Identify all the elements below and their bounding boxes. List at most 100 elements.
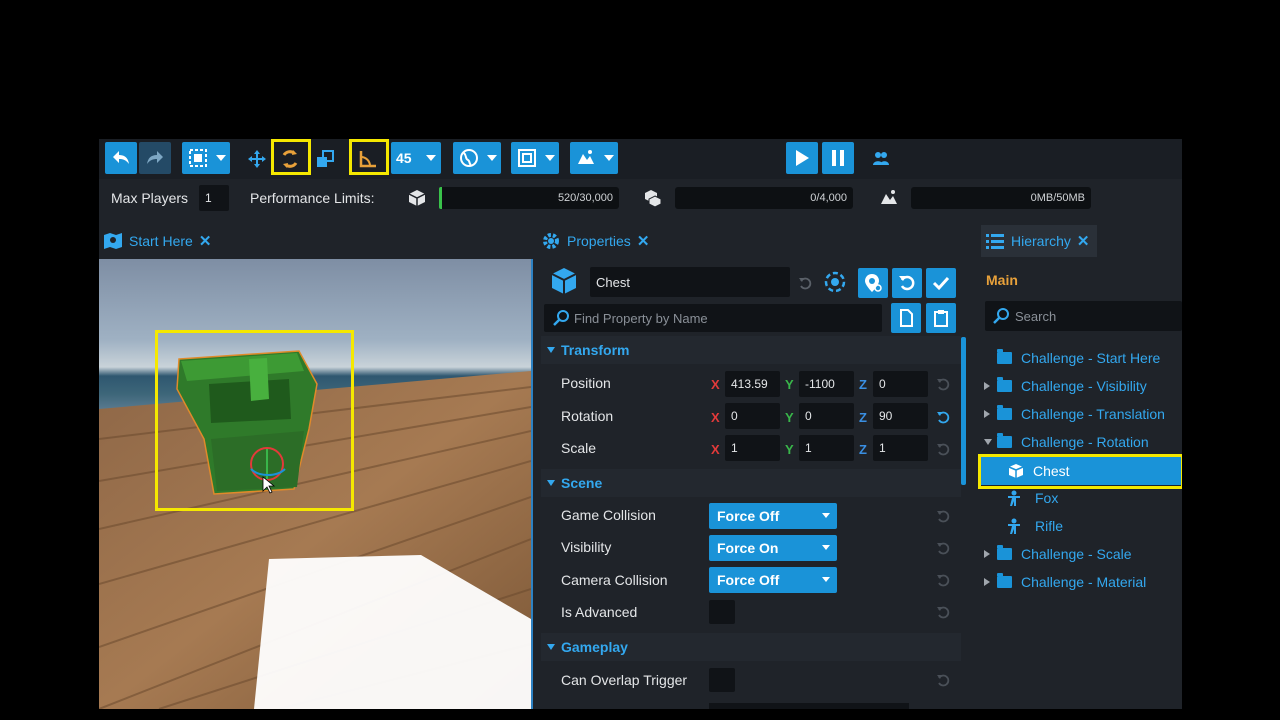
- scale-label: Scale: [561, 440, 597, 456]
- scale-y-input[interactable]: 1: [799, 435, 854, 461]
- character-icon: [1008, 490, 1020, 506]
- play-button[interactable]: [786, 142, 818, 174]
- snap-angle-value: 45: [396, 150, 412, 166]
- next-property-field: [709, 703, 909, 709]
- hierarchy-item-rifle[interactable]: Rifle: [1007, 513, 1063, 539]
- pause-button[interactable]: [822, 142, 854, 174]
- hierarchy-tab[interactable]: Hierarchy ✕: [981, 225, 1098, 257]
- rotation-z-input[interactable]: 90: [873, 403, 928, 429]
- properties-scrollbar[interactable]: [961, 337, 966, 485]
- hierarchy-search-input[interactable]: Search: [985, 301, 1182, 331]
- collapse-triangle-icon: [547, 480, 555, 486]
- editor-window: 45 Max Players 1 Performance Limits: 520…: [99, 139, 1182, 709]
- hierarchy-item-label: Chest: [1033, 463, 1070, 479]
- rotation-x-input[interactable]: 0: [725, 403, 780, 429]
- viewport-tab[interactable]: Start Here ✕: [103, 225, 211, 257]
- game-collision-label: Game Collision: [561, 507, 656, 523]
- close-icon[interactable]: ✕: [1077, 232, 1090, 250]
- move-tool-button[interactable]: [245, 145, 269, 173]
- position-y-input[interactable]: -1100: [799, 371, 854, 397]
- reset-icon[interactable]: [936, 605, 950, 619]
- reset-icon[interactable]: [936, 673, 950, 687]
- hierarchy-item-challenge-material[interactable]: Challenge - Material: [984, 569, 1146, 595]
- gameplay-section-header[interactable]: Gameplay: [541, 633, 961, 661]
- scene-section-header[interactable]: Scene: [541, 469, 961, 497]
- can-overlap-trigger-checkbox[interactable]: [709, 668, 735, 692]
- angle-snap-button[interactable]: [353, 145, 383, 173]
- object-name-input[interactable]: Chest: [590, 267, 790, 297]
- expand-triangle-icon[interactable]: [984, 410, 990, 418]
- properties-tab[interactable]: Properties ✕: [541, 225, 649, 257]
- expand-triangle-icon[interactable]: [984, 550, 990, 558]
- camera-dropdown[interactable]: [570, 142, 618, 174]
- max-players-input[interactable]: 1: [199, 185, 229, 211]
- reset-object-button[interactable]: [892, 268, 922, 298]
- object-count-value: 520/30,000: [557, 192, 613, 204]
- scale-z-input[interactable]: 1: [873, 435, 928, 461]
- selection-icon: [189, 149, 207, 167]
- globe-icon: [460, 149, 478, 167]
- can-overlap-trigger-label: Can Overlap Trigger: [561, 672, 688, 688]
- position-z-input[interactable]: 0: [873, 371, 928, 397]
- selection-mode-dropdown[interactable]: [182, 142, 230, 174]
- gameplay-title: Gameplay: [561, 639, 628, 655]
- scene-viewport[interactable]: [99, 259, 531, 709]
- expand-triangle-icon[interactable]: [984, 578, 990, 586]
- reset-icon[interactable]: [936, 410, 950, 424]
- memory-value: 0MB/50MB: [1030, 192, 1085, 204]
- hierarchy-item-challenge-start-here[interactable]: Challenge - Start Here: [997, 345, 1160, 371]
- search-icon: [553, 310, 569, 326]
- reset-icon[interactable]: [936, 442, 950, 456]
- close-icon[interactable]: ✕: [199, 232, 212, 250]
- paste-properties-button[interactable]: [926, 303, 956, 333]
- close-icon[interactable]: ✕: [637, 232, 650, 250]
- performance-limits-label: Performance Limits:: [250, 190, 375, 206]
- folder-icon: [997, 349, 1012, 364]
- snap-angle-dropdown[interactable]: 45: [391, 142, 441, 174]
- chevron-down-icon: [216, 155, 226, 161]
- scale-x-input[interactable]: 1: [725, 435, 780, 461]
- hierarchy-item-challenge-translation[interactable]: Challenge - Translation: [984, 401, 1165, 427]
- visibility-dropdown[interactable]: Force On: [709, 535, 837, 561]
- collapse-triangle-icon: [547, 644, 555, 650]
- map-icon: [104, 233, 122, 249]
- folder-icon: [997, 545, 1012, 560]
- hierarchy-item-challenge-rotation[interactable]: Challenge - Rotation: [984, 429, 1149, 455]
- reset-icon[interactable]: [936, 541, 950, 555]
- scene-title: Scene: [561, 475, 603, 491]
- rotation-y-input[interactable]: 0: [799, 403, 854, 429]
- position-x-input[interactable]: 413.59: [725, 371, 780, 397]
- chevron-down-icon: [604, 155, 614, 161]
- find-property-input[interactable]: Find Property by Name: [544, 304, 882, 332]
- object-count-fill: [439, 187, 442, 209]
- reset-name-icon[interactable]: [798, 276, 812, 290]
- apply-button[interactable]: [926, 268, 956, 298]
- collapse-triangle-icon[interactable]: [984, 439, 992, 445]
- networked-toggle-icon[interactable]: [823, 270, 847, 294]
- locate-object-button[interactable]: [858, 268, 888, 298]
- scale-icon: [317, 150, 334, 167]
- undo-button[interactable]: [105, 142, 137, 174]
- hierarchy-item-label: Challenge - Rotation: [1021, 434, 1149, 450]
- reset-icon[interactable]: [936, 573, 950, 587]
- grid-dropdown[interactable]: [511, 142, 559, 174]
- is-advanced-checkbox[interactable]: [709, 600, 735, 624]
- camera-collision-dropdown[interactable]: Force Off: [709, 567, 837, 593]
- hierarchy-item-chest[interactable]: Chest: [981, 457, 1181, 485]
- expand-triangle-icon[interactable]: [984, 382, 990, 390]
- hierarchy-item-challenge-visibility[interactable]: Challenge - Visibility: [984, 373, 1147, 399]
- world-space-dropdown[interactable]: [453, 142, 501, 174]
- hierarchy-item-challenge-scale[interactable]: Challenge - Scale: [984, 541, 1132, 567]
- reset-icon[interactable]: [936, 509, 950, 523]
- copy-properties-button[interactable]: [891, 303, 921, 333]
- hierarchy-item-fox[interactable]: Fox: [1007, 485, 1058, 511]
- redo-button[interactable]: [139, 142, 171, 174]
- axis-y-label: Y: [785, 442, 794, 457]
- multiplayer-preview-button[interactable]: [869, 145, 893, 173]
- reset-icon[interactable]: [936, 377, 950, 391]
- rotate-tool-button[interactable]: [277, 145, 303, 173]
- visibility-value: Force On: [717, 540, 779, 556]
- transform-section-header[interactable]: Transform: [541, 336, 961, 364]
- game-collision-dropdown[interactable]: Force Off: [709, 503, 837, 529]
- scale-tool-button[interactable]: [313, 145, 337, 173]
